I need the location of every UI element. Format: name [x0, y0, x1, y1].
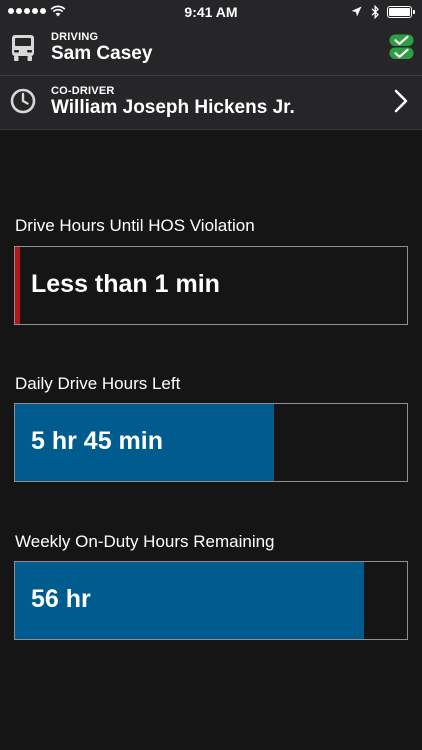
- battery-tip: [413, 10, 415, 14]
- codriver-row[interactable]: CO-DRIVER William Joseph Hickens Jr.: [0, 76, 422, 130]
- weekly-onduty-value: 56 hr: [31, 585, 91, 613]
- bluetooth-icon: [371, 5, 379, 19]
- daily-drive-label: Daily Drive Hours Left: [15, 374, 181, 393]
- daily-drive-panel: 5 hr 45 min: [14, 403, 408, 482]
- driver-name: Sam Casey: [51, 43, 153, 64]
- driving-caption: DRIVING: [51, 31, 99, 43]
- location-arrow-icon: [351, 6, 362, 17]
- truck-icon: [12, 35, 34, 61]
- weekly-onduty-panel: 56 hr: [14, 561, 408, 640]
- hos-violation-value: Less than 1 min: [31, 270, 220, 298]
- hos-violation-label: Drive Hours Until HOS Violation: [15, 216, 255, 235]
- alert-stripe: [15, 247, 20, 324]
- codriver-name: William Joseph Hickens Jr.: [51, 97, 295, 118]
- weekly-onduty-label: Weekly On-Duty Hours Remaining: [15, 532, 275, 551]
- daily-drive-value: 5 hr 45 min: [31, 427, 163, 455]
- battery-icon: [387, 6, 412, 18]
- double-check-icon: [389, 34, 414, 59]
- hos-violation-panel: Less than 1 min: [14, 246, 408, 325]
- status-bar: 9:41 AM: [0, 0, 422, 24]
- driver-header[interactable]: DRIVING Sam Casey: [0, 24, 422, 76]
- clock-icon: [10, 88, 36, 114]
- codriver-caption: CO-DRIVER: [51, 85, 115, 97]
- chevron-right-icon[interactable]: [393, 89, 409, 113]
